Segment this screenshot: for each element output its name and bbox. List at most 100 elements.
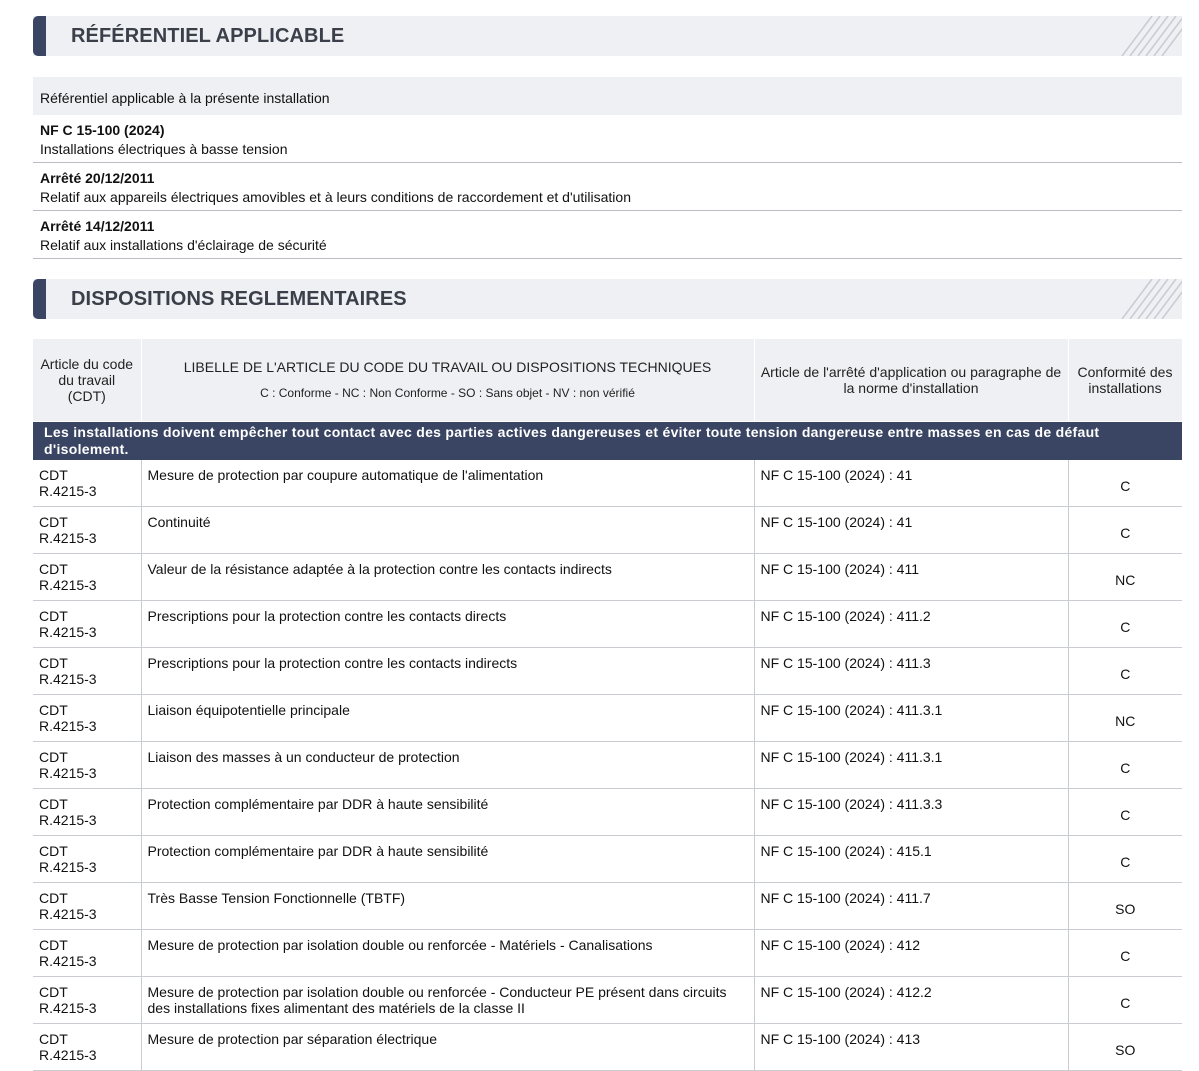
- section-accent-bar: [33, 16, 46, 56]
- referentiel-item: Arrêté 20/12/2011 Relatif aux appareils …: [33, 163, 1182, 211]
- table-header-row: Article du code du travail (CDT) LIBELLE…: [33, 339, 1183, 421]
- cell-article-cdt: CDT R.4215-3: [33, 976, 142, 1024]
- referentiel-item-desc: Installations électriques à basse tensio…: [40, 141, 288, 157]
- section-title: RÉFÉRENTIEL APPLICABLE: [71, 25, 345, 47]
- cell-libelle: Prescriptions pour la protection contre …: [141, 600, 755, 648]
- cell-article-cdt: CDT R.4215-3: [33, 647, 142, 695]
- cdt-article-number: R.4215-3: [39, 718, 97, 734]
- cell-conformite: C: [1068, 459, 1182, 507]
- table-row: CDT R.4215-3 Prescriptions pour la protect…: [33, 600, 1182, 648]
- cdt-code: CDT: [39, 514, 68, 530]
- cell-libelle: Mesure de protection par séparation élec…: [141, 1023, 755, 1071]
- section-header-referentiel: RÉFÉRENTIEL APPLICABLE: [33, 16, 1182, 56]
- decorative-stripes: [1121, 16, 1182, 56]
- cdt-code: CDT: [39, 608, 68, 624]
- cell-libelle: Liaison des masses à un conducteur de pr…: [141, 741, 755, 789]
- cell-norme-reference: NF C 15-100 (2024) : 411.7: [754, 882, 1069, 930]
- table-row: CDT R.4215-3 Mesure de protection par isol…: [33, 929, 1182, 977]
- cell-article-cdt: CDT R.4215-3: [33, 1023, 142, 1071]
- cell-conformite: NC: [1068, 694, 1182, 742]
- cdt-code: CDT: [39, 749, 68, 765]
- cdt-code: CDT: [39, 702, 68, 718]
- cell-article-cdt: CDT R.4215-3: [33, 553, 142, 601]
- cdt-code: CDT: [39, 937, 68, 953]
- cdt-code: CDT: [39, 655, 68, 671]
- referentiel-item: NF C 15-100 (2024) Installations électri…: [33, 115, 1182, 163]
- table-row: CDT R.4215-3 Continuité NF C 15-100 (2024) …: [33, 506, 1182, 554]
- header-libelle: LIBELLE DE L'ARTICLE DU CODE DU TRAVAIL …: [141, 339, 755, 421]
- cell-article-cdt: CDT R.4215-3: [33, 694, 142, 742]
- cell-article-cdt: CDT R.4215-3: [33, 600, 142, 648]
- cell-conformite: C: [1068, 835, 1182, 883]
- cell-conformite: SO: [1068, 882, 1182, 930]
- cell-norme-reference: NF C 15-100 (2024) : 411: [754, 553, 1069, 601]
- referentiel-item: Arrêté 14/12/2011 Relatif aux installati…: [33, 211, 1182, 259]
- cell-norme-reference: NF C 15-100 (2024) : 411.3.1: [754, 741, 1069, 789]
- header-article: Article du code du travail (CDT): [33, 339, 142, 421]
- table-row: CDT R.4215-3 Prescriptions pour la protect…: [33, 647, 1182, 695]
- cdt-code: CDT: [39, 890, 68, 906]
- header-arrete: Article de l'arrêté d'application ou par…: [754, 339, 1069, 421]
- cdt-article-number: R.4215-3: [39, 482, 97, 499]
- cell-norme-reference: NF C 15-100 (2024) : 41: [754, 459, 1069, 507]
- cell-article-cdt: CDT R.4215-3: [33, 788, 142, 836]
- cdt-article-number: R.4215-3: [39, 671, 97, 687]
- table-row: CDT R.4215-3 Mesure de protection par coup…: [33, 459, 1182, 507]
- cell-libelle: Mesure de protection par isolation doubl…: [141, 976, 755, 1024]
- cell-libelle: Très Basse Tension Fonctionnelle (TBTF): [141, 882, 755, 930]
- cell-article-cdt: CDT R.4215-3: [33, 506, 142, 554]
- cell-norme-reference: NF C 15-100 (2024) : 411.3.3: [754, 788, 1069, 836]
- cell-norme-reference: NF C 15-100 (2024) : 411.3: [754, 647, 1069, 695]
- decorative-stripes: [1121, 279, 1182, 319]
- cdt-article-number: R.4215-3: [39, 859, 97, 875]
- cell-conformite: C: [1068, 741, 1182, 789]
- cell-libelle: Mesure de protection par coupure automat…: [141, 459, 755, 507]
- header-legend: C : Conforme - NC : Non Conforme - SO : …: [260, 385, 635, 400]
- table-row: CDT R.4215-3 Valeur de la résistance adapt…: [33, 553, 1182, 601]
- cdt-article-number: R.4215-3: [39, 577, 97, 593]
- cdt-code: CDT: [39, 1031, 68, 1047]
- header-libelle-title: LIBELLE DE L'ARTICLE DU CODE DU TRAVAIL …: [183, 358, 712, 375]
- cdt-code: CDT: [39, 466, 68, 483]
- cdt-article-number: R.4215-3: [39, 906, 97, 922]
- table-row: CDT R.4215-3 Mesure de protection par sépa…: [33, 1023, 1182, 1071]
- cell-conformite: C: [1068, 929, 1182, 977]
- table-row: CDT R.4215-3 Liaison des masses à un condu…: [33, 741, 1182, 789]
- cell-conformite: C: [1068, 976, 1182, 1024]
- section-title: DISPOSITIONS REGLEMENTAIRES: [71, 288, 407, 310]
- section-header-dispositions: DISPOSITIONS REGLEMENTAIRES: [33, 279, 1182, 319]
- cell-libelle: Liaison équipotentielle principale: [141, 694, 755, 742]
- table-row: CDT R.4215-3 Protection complémentaire par…: [33, 835, 1182, 883]
- cell-norme-reference: NF C 15-100 (2024) : 411.2: [754, 600, 1069, 648]
- cell-article-cdt: CDT R.4215-3: [33, 929, 142, 977]
- referentiel-item-title: Arrêté 14/12/2011: [40, 218, 155, 234]
- referentiel-block: Référentiel applicable à la présente ins…: [33, 77, 1182, 259]
- table-row: CDT R.4215-3 Protection complémentaire par…: [33, 788, 1182, 836]
- cell-conformite: C: [1068, 788, 1182, 836]
- cell-norme-reference: NF C 15-100 (2024) : 411.3.1: [754, 694, 1069, 742]
- table-row: CDT R.4215-3 Liaison équipotentielle princ…: [33, 694, 1182, 742]
- cell-conformite: C: [1068, 647, 1182, 695]
- referentiel-item-desc: Relatif aux appareils électriques amovib…: [40, 189, 631, 205]
- cell-libelle: Prescriptions pour la protection contre …: [141, 647, 755, 695]
- table-row: CDT R.4215-3 Mesure de protection par isol…: [33, 976, 1182, 1024]
- cell-conformite: SO: [1068, 1023, 1182, 1071]
- cdt-code: CDT: [39, 984, 68, 1000]
- cell-conformite: NC: [1068, 553, 1182, 601]
- cell-norme-reference: NF C 15-100 (2024) : 413: [754, 1023, 1069, 1071]
- cell-libelle: Protection complémentaire par DDR à haut…: [141, 788, 755, 836]
- cdt-article-number: R.4215-3: [39, 765, 97, 781]
- header-conformite: Conformité des installations: [1068, 339, 1183, 421]
- cdt-article-number: R.4215-3: [39, 1047, 97, 1063]
- cdt-article-number: R.4215-3: [39, 530, 97, 546]
- cell-article-cdt: CDT R.4215-3: [33, 459, 142, 507]
- cell-conformite: C: [1068, 600, 1182, 648]
- cdt-code: CDT: [39, 561, 68, 577]
- referentiel-item-title: NF C 15-100 (2024): [40, 122, 165, 138]
- cell-article-cdt: CDT R.4215-3: [33, 882, 142, 930]
- cdt-article-number: R.4215-3: [39, 1000, 97, 1016]
- cell-norme-reference: NF C 15-100 (2024) : 41: [754, 506, 1069, 554]
- cdt-article-number: R.4215-3: [39, 812, 97, 828]
- cdt-article-number: R.4215-3: [39, 624, 97, 640]
- cell-libelle: Protection complémentaire par DDR à haut…: [141, 835, 755, 883]
